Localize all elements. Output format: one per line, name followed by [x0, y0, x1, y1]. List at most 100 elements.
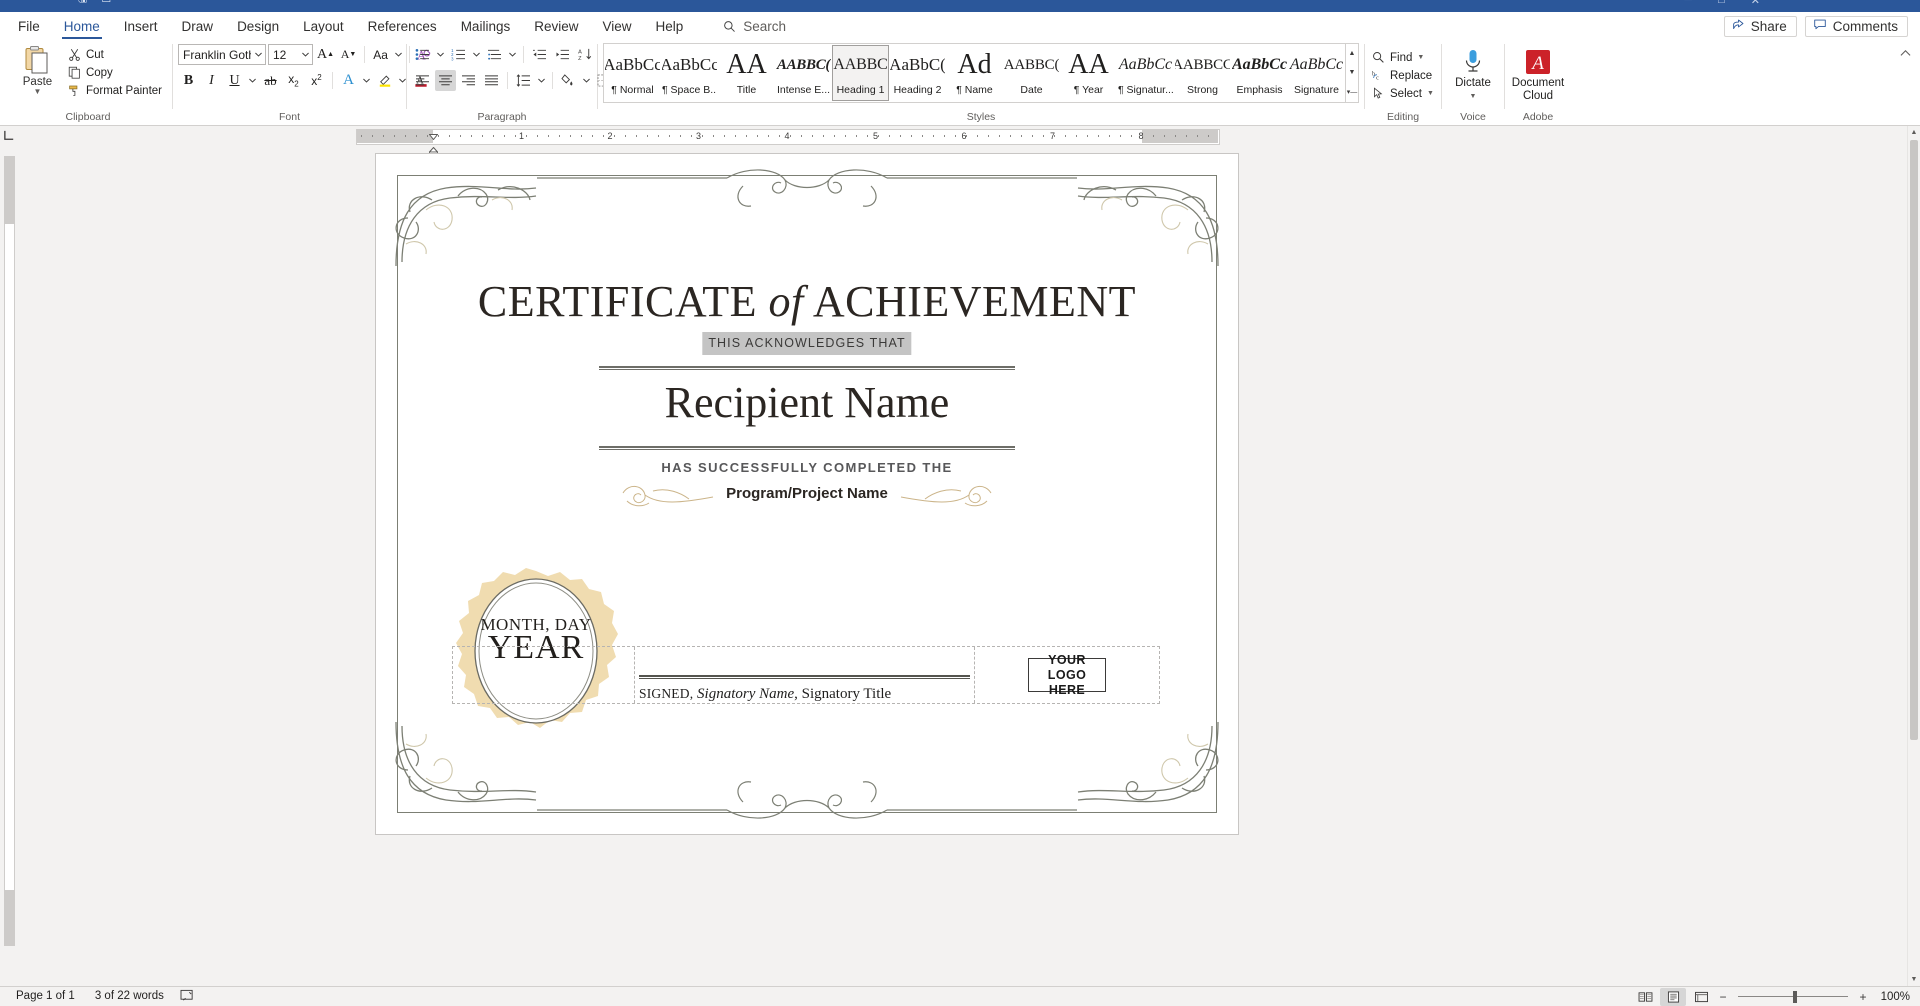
align-right-icon[interactable] — [458, 70, 479, 91]
vertical-scrollbar[interactable]: ▲ ▼ — [1907, 126, 1920, 986]
style-title[interactable]: AATitle — [718, 45, 775, 101]
numbering-icon[interactable]: 123 — [448, 44, 469, 65]
tab-insert[interactable]: Insert — [112, 12, 170, 40]
chevron-down-icon[interactable] — [298, 45, 312, 64]
zoom-slider[interactable] — [1738, 988, 1848, 1006]
multilevel-list-icon[interactable] — [484, 44, 505, 65]
bold-icon[interactable]: B — [178, 70, 199, 91]
underline-icon[interactable]: U — [224, 70, 245, 91]
signature-caption[interactable]: SIGNED, Signatory Name, Signatory Title — [639, 686, 891, 703]
paste-dropdown-caret[interactable]: ▼ — [34, 88, 42, 96]
document-page[interactable]: CERTIFICATE of ACHIEVEMENT THIS ACKNOWLE… — [376, 154, 1238, 834]
scrollbar-thumb[interactable] — [1910, 140, 1918, 740]
recipient-name[interactable]: Recipient Name — [376, 366, 1238, 440]
zoom-level[interactable]: 100% — [1872, 991, 1914, 1003]
underline-caret[interactable] — [247, 70, 258, 91]
find-button[interactable]: Find ▼ — [1370, 49, 1439, 66]
format-painter-button[interactable]: Format Painter — [66, 82, 167, 99]
style-space-b[interactable]: AaBbCc¶ Space B... — [661, 45, 718, 101]
dictate-caret[interactable]: ▼ — [1470, 90, 1477, 103]
text-highlight-icon[interactable] — [374, 70, 395, 91]
tab-mailings[interactable]: Mailings — [449, 12, 523, 40]
style-signatur[interactable]: AaBbCc¶ Signatur... — [1117, 45, 1174, 101]
shading-caret[interactable] — [581, 70, 592, 91]
numbering-caret[interactable] — [471, 44, 482, 65]
styles-scroll-down[interactable]: ▼ — [1346, 63, 1358, 82]
zoom-out-button[interactable]: − — [1716, 990, 1730, 1004]
style-heading-2[interactable]: AaBbC(Heading 2 — [889, 45, 946, 101]
share-button[interactable]: Share — [1724, 16, 1797, 37]
tab-draw[interactable]: Draw — [170, 12, 226, 40]
change-case-icon[interactable]: Aa — [370, 44, 391, 65]
table-cell-signature[interactable]: SIGNED, Signatory Name, Signatory Title — [635, 647, 975, 703]
restore-icon[interactable]: □ — [1718, 0, 1725, 7]
signature-table[interactable]: SIGNED, Signatory Name, Signatory Title … — [452, 646, 1160, 704]
shrink-font-icon[interactable]: A▼ — [338, 44, 359, 65]
cut-button[interactable]: Cut — [66, 46, 167, 63]
window-controls[interactable]: ─ □ ✕ — [1684, 0, 1760, 7]
ribbon-collapse-button[interactable] — [1895, 43, 1916, 64]
logo-placeholder[interactable]: YOUR LOGO HERE — [1028, 658, 1106, 692]
table-cell-date[interactable] — [453, 647, 635, 703]
bullets-caret[interactable] — [435, 44, 446, 65]
program-name[interactable]: Program/Project Name — [376, 485, 1238, 502]
comments-button[interactable]: Comments — [1805, 16, 1908, 37]
multilevel-list-caret[interactable] — [507, 44, 518, 65]
superscript-icon[interactable]: x2 — [306, 70, 327, 91]
style-heading-1[interactable]: AABBCHeading 1 — [832, 45, 889, 101]
print-layout-view[interactable] — [1660, 988, 1686, 1006]
read-mode-view[interactable] — [1632, 988, 1658, 1006]
autosave-icon[interactable]: ☐ — [101, 0, 111, 4]
select-button[interactable]: Select ▼ — [1370, 85, 1439, 102]
tab-references[interactable]: References — [356, 12, 449, 40]
style-emphasis[interactable]: AaBbCcEmphasis — [1231, 45, 1288, 101]
web-layout-view[interactable] — [1688, 988, 1714, 1006]
style-date[interactable]: AABBC(Date — [1003, 45, 1060, 101]
zoom-in-button[interactable]: + — [1856, 990, 1870, 1004]
subscript-icon[interactable]: x2 — [283, 70, 304, 91]
quick-access-toolbar[interactable]: 🖫 ☐ ↶ ↷ — [78, 0, 158, 4]
tab-file[interactable]: File — [6, 12, 52, 40]
proofing-errors-icon[interactable] — [174, 987, 201, 1006]
increase-indent-icon[interactable] — [552, 44, 573, 65]
zoom-thumb[interactable] — [1793, 991, 1797, 1003]
tab-home[interactable]: Home — [52, 12, 112, 40]
certificate-title[interactable]: CERTIFICATE of ACHIEVEMENT — [376, 276, 1238, 327]
strikethrough-icon[interactable]: ab — [260, 70, 281, 91]
align-center-icon[interactable] — [435, 70, 456, 91]
tab-help[interactable]: Help — [644, 12, 696, 40]
chevron-down-icon[interactable] — [251, 45, 265, 64]
justify-icon[interactable] — [481, 70, 502, 91]
line-spacing-icon[interactable] — [513, 70, 534, 91]
style-strong[interactable]: AABBCCStrong — [1174, 45, 1231, 101]
left-indent-marker[interactable] — [429, 141, 438, 148]
select-caret[interactable]: ▼ — [1427, 90, 1434, 97]
style-year[interactable]: AA¶ Year — [1060, 45, 1117, 101]
page-indicator[interactable]: Page 1 of 1 — [6, 987, 85, 1006]
bullets-icon[interactable] — [412, 44, 433, 65]
word-count[interactable]: 3 of 22 words — [85, 987, 174, 1006]
adobe-document-cloud-button[interactable]: A Document Cloud — [1510, 43, 1566, 103]
find-caret[interactable]: ▼ — [1417, 54, 1424, 61]
style-intense-e[interactable]: AABBC(Intense E... — [775, 45, 832, 101]
scroll-up-arrow[interactable]: ▲ — [1908, 126, 1920, 139]
redo-icon[interactable]: ↷ — [148, 0, 157, 4]
styles-more-button[interactable]: ▾— — [1346, 83, 1358, 102]
change-case-caret[interactable] — [393, 44, 404, 65]
acknowledges-text[interactable]: THIS ACKNOWLEDGES THAT — [702, 332, 911, 355]
replace-button[interactable]: bc Replace — [1370, 67, 1439, 84]
style-normal[interactable]: AaBbCc¶ Normal — [604, 45, 661, 101]
ruler-corner[interactable] — [0, 126, 19, 146]
horizontal-ruler[interactable]: 12345678 — [19, 126, 1920, 146]
copy-button[interactable]: Copy — [66, 64, 167, 81]
text-effects-caret[interactable] — [361, 70, 372, 91]
tab-design[interactable]: Design — [225, 12, 291, 40]
sort-icon[interactable]: AZ — [575, 44, 596, 65]
table-cell-logo[interactable]: YOUR LOGO HERE — [975, 647, 1159, 703]
shading-icon[interactable] — [558, 70, 579, 91]
close-icon[interactable]: ✕ — [1751, 0, 1760, 7]
scroll-down-arrow[interactable]: ▼ — [1908, 973, 1920, 986]
minimize-icon[interactable]: ─ — [1684, 0, 1692, 7]
search-input[interactable]: Search — [723, 12, 786, 40]
paste-button[interactable]: Paste ▼ — [9, 43, 66, 96]
